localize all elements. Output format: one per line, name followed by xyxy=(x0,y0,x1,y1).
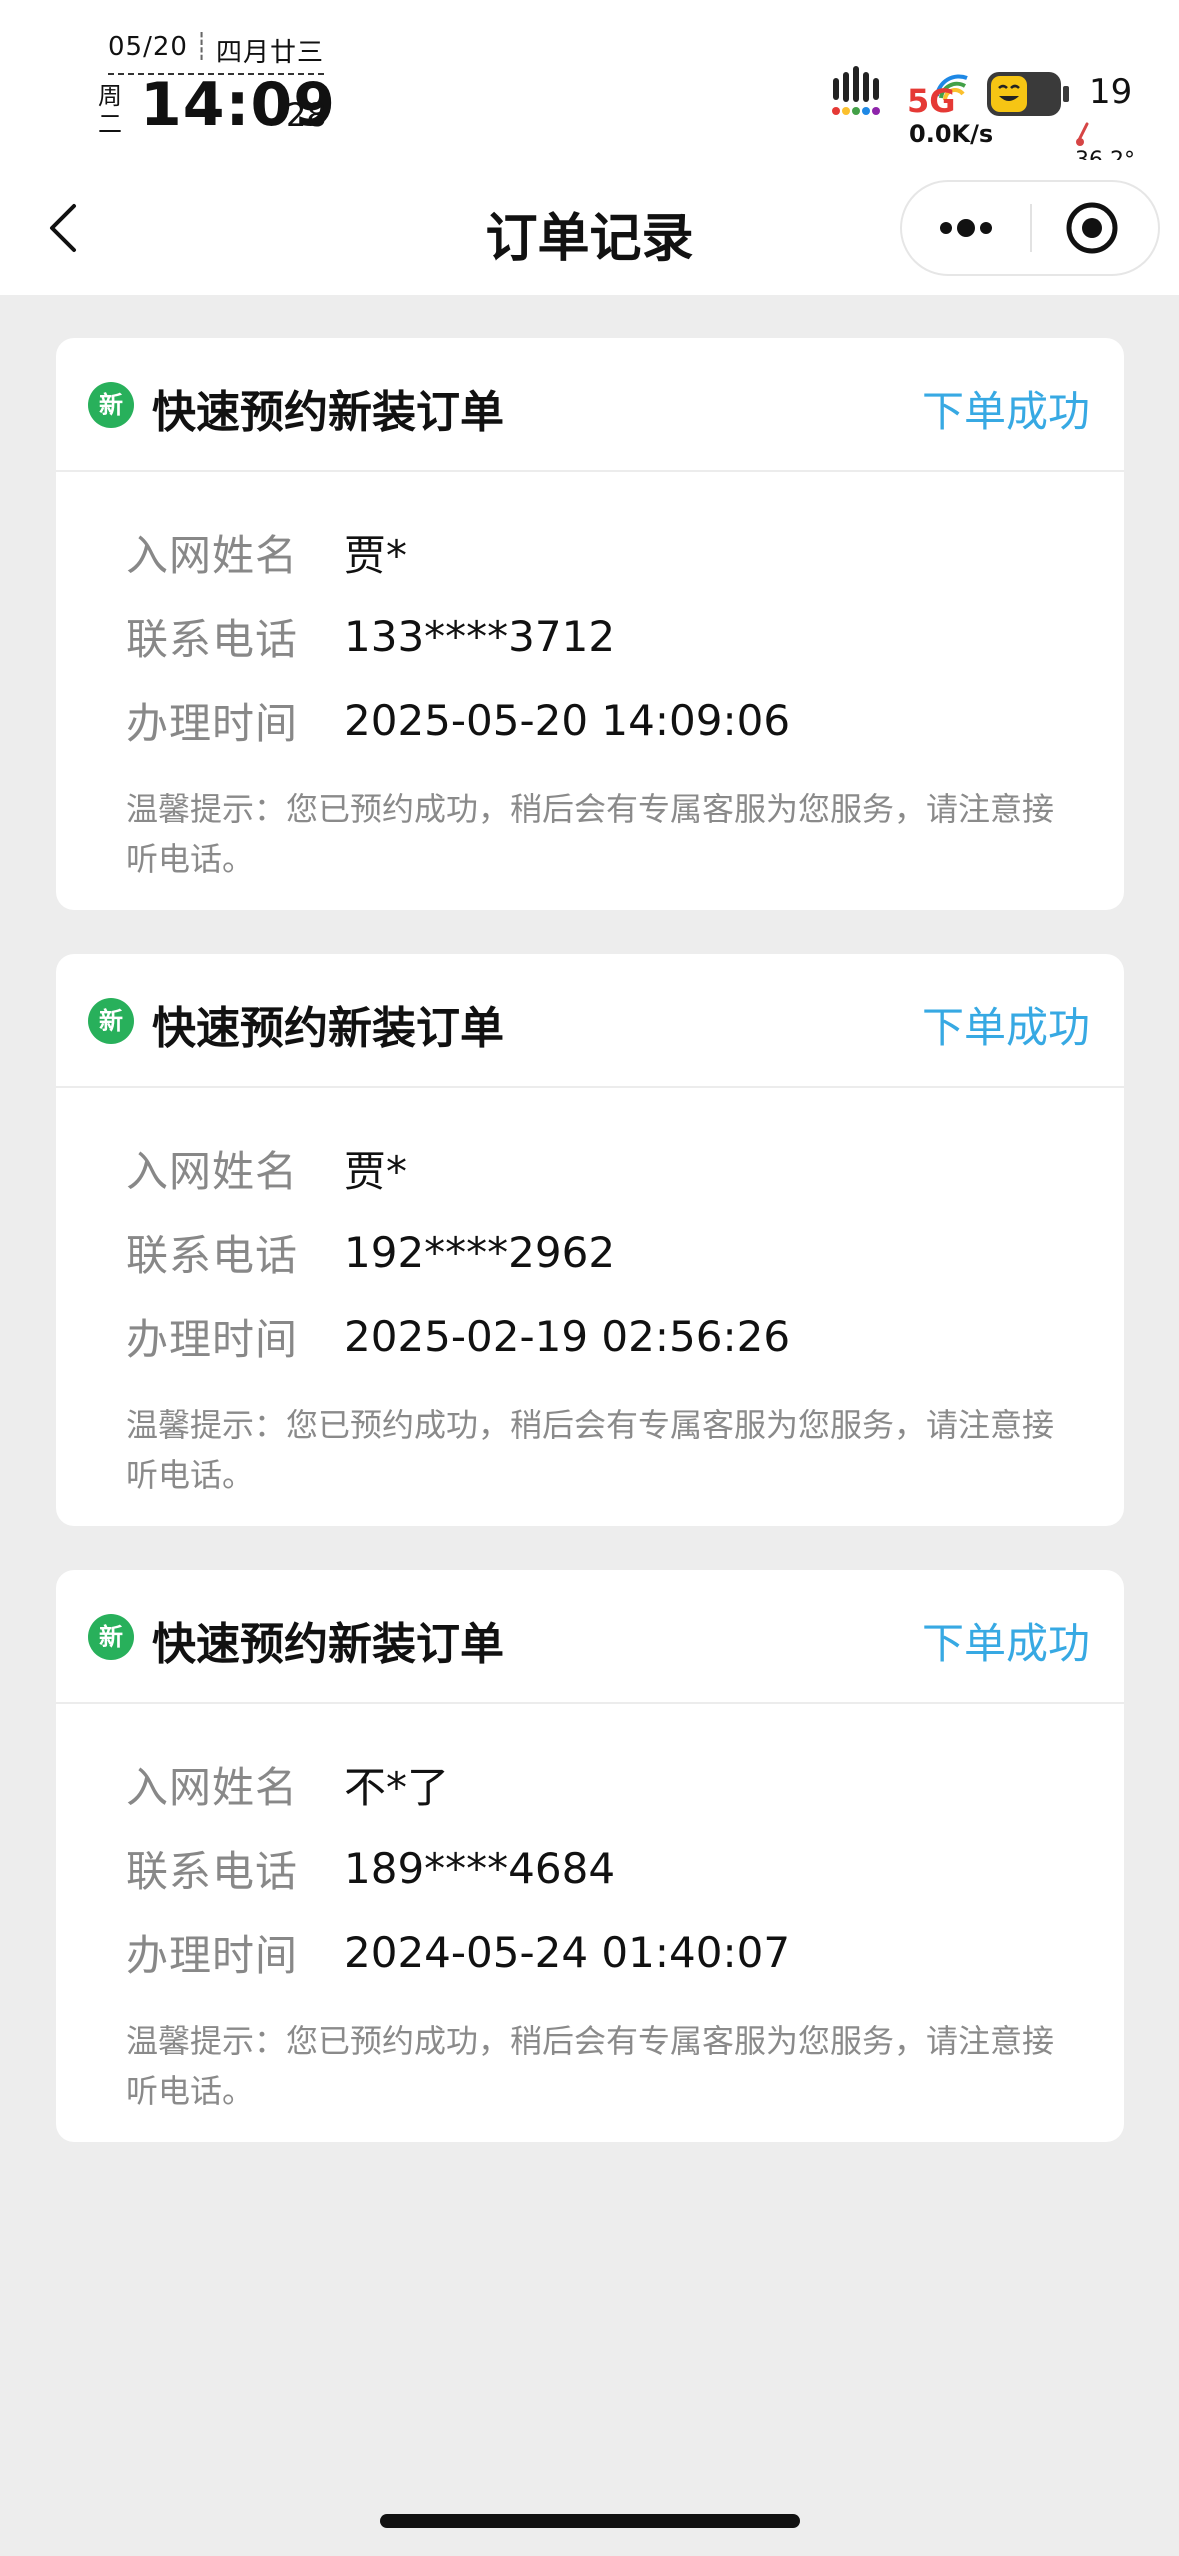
time-row: 办理时间 2025-05-20 14:09:06 xyxy=(126,678,1124,762)
name-value: 贾* xyxy=(344,530,408,580)
new-badge-icon: 新 xyxy=(88,382,134,428)
time-label: 办理时间 xyxy=(126,1314,299,1364)
order-details: 入网姓名 不*了 联系电话 189****4684 办理时间 2024-05-2… xyxy=(56,1704,1124,1994)
tip-text: 温馨提示：您已预约成功，稍后会有专属客服为您服务，请注意接听电话。 xyxy=(126,1406,1055,1494)
thermometer-icon xyxy=(1076,122,1089,146)
signal-5g-icon: 5G xyxy=(907,74,968,116)
network-type-text: 5G xyxy=(907,82,956,116)
name-row: 入网姓名 不*了 xyxy=(126,1742,1124,1826)
phone-row: 联系电话 192****2962 xyxy=(126,1210,1124,1294)
name-row: 入网姓名 贾* xyxy=(126,1126,1124,1210)
status-date: 05/20 ┊ 四月廿三 xyxy=(108,32,324,75)
name-label: 入网姓名 xyxy=(126,530,299,580)
time-row: 办理时间 2024-05-24 01:40:07 xyxy=(126,1910,1124,1994)
battery-icon xyxy=(987,72,1069,116)
nav-bar: 订单记录 xyxy=(0,160,1179,295)
order-status: 下单成功 xyxy=(921,1619,1090,1668)
order-card-header: 新 快速预约新装订单 下单成功 xyxy=(56,1570,1124,1704)
status-indicators: 5G 0.0K/s 19 36.2° xyxy=(829,60,1149,173)
battery-level-text: 19 xyxy=(1089,72,1133,112)
order-status: 下单成功 xyxy=(921,1003,1090,1052)
time-row: 办理时间 2025-02-19 02:56:26 xyxy=(126,1294,1124,1378)
order-card[interactable]: 新 快速预约新装订单 下单成功 入网姓名 不*了 联系电话 189****468… xyxy=(56,1570,1124,2142)
miniprogram-capsule xyxy=(900,180,1160,276)
phone-label: 联系电话 xyxy=(126,1230,299,1280)
order-title: 快速预约新装订单 xyxy=(152,1619,504,1670)
phone-value: 189****4684 xyxy=(344,1843,616,1893)
tip-text: 温馨提示：您已预约成功，稍后会有专属客服为您服务，请注意接听电话。 xyxy=(126,2022,1055,2110)
order-title: 快速预约新装订单 xyxy=(152,1003,504,1054)
phone-row: 联系电话 189****4684 xyxy=(126,1826,1124,1910)
phone-label: 联系电话 xyxy=(126,1846,299,1896)
net-speed-text: 0.0K/s xyxy=(909,120,994,148)
name-value: 贾* xyxy=(344,1146,408,1196)
clock-seconds: 28 xyxy=(286,96,327,134)
phone-row: 联系电话 133****3712 xyxy=(126,594,1124,678)
order-card-header: 新 快速预约新装订单 下单成功 xyxy=(56,954,1124,1088)
order-list: 新 快速预约新装订单 下单成功 入网姓名 贾* 联系电话 133****3712… xyxy=(56,338,1124,2186)
order-title: 快速预约新装订单 xyxy=(152,387,504,438)
order-status: 下单成功 xyxy=(921,387,1090,436)
time-value: 2025-02-19 02:56:26 xyxy=(344,1311,791,1361)
status-bar: 05/20 ┊ 四月廿三 周二 14:09 28 5G 0.0K/s 19 xyxy=(0,0,1179,173)
phone-value: 192****2962 xyxy=(344,1227,616,1277)
close-target-icon[interactable] xyxy=(1032,182,1160,274)
voice-assistant-icon xyxy=(832,66,880,115)
time-label: 办理时间 xyxy=(126,1930,299,1980)
order-card-header: 新 快速预约新装订单 下单成功 xyxy=(56,338,1124,472)
name-label: 入网姓名 xyxy=(126,1146,299,1196)
tip-text: 温馨提示：您已预约成功，稍后会有专属客服为您服务，请注意接听电话。 xyxy=(126,790,1055,878)
name-value: 不*了 xyxy=(344,1762,450,1812)
name-label: 入网姓名 xyxy=(126,1762,299,1812)
more-dots-icon[interactable] xyxy=(902,182,1030,274)
phone-value: 133****3712 xyxy=(344,611,616,661)
new-badge-icon: 新 xyxy=(88,998,134,1044)
time-value: 2025-05-20 14:09:06 xyxy=(344,695,791,745)
lunar-date-text: 四月廿三 xyxy=(215,38,324,68)
order-details: 入网姓名 贾* 联系电话 133****3712 办理时间 2025-05-20… xyxy=(56,472,1124,762)
order-card[interactable]: 新 快速预约新装订单 下单成功 入网姓名 贾* 联系电话 133****3712… xyxy=(56,338,1124,910)
time-value: 2024-05-24 01:40:07 xyxy=(344,1927,791,1977)
new-badge-icon: 新 xyxy=(88,1614,134,1660)
date-separator: ┊ xyxy=(193,32,211,62)
home-indicator[interactable] xyxy=(380,2514,800,2528)
time-label: 办理时间 xyxy=(126,698,299,748)
order-details: 入网姓名 贾* 联系电话 192****2962 办理时间 2025-02-19… xyxy=(56,1088,1124,1378)
name-row: 入网姓名 贾* xyxy=(126,510,1124,594)
phone-label: 联系电话 xyxy=(126,614,299,664)
weekday-text: 周二 xyxy=(98,82,122,138)
date-text: 05/20 xyxy=(108,32,188,62)
order-card[interactable]: 新 快速预约新装订单 下单成功 入网姓名 贾* 联系电话 192****2962… xyxy=(56,954,1124,1526)
